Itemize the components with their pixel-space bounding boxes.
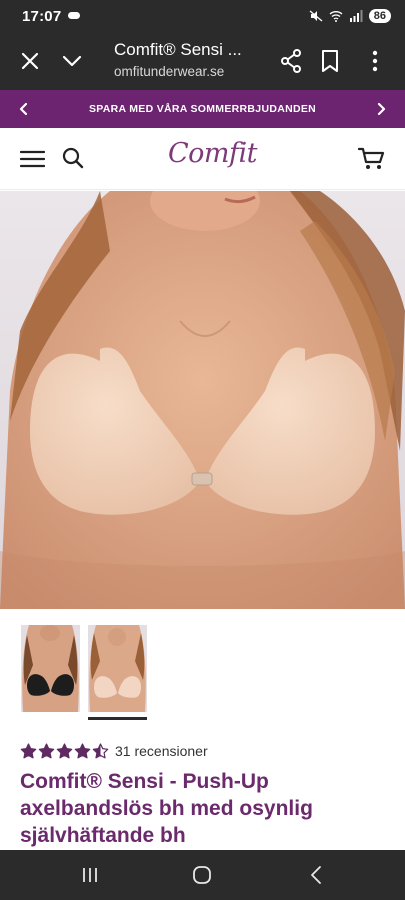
back-icon[interactable] [306,864,326,886]
search-icon[interactable] [62,147,84,169]
site-header: Comfit [0,128,405,190]
product-gallery-thumbnails [0,618,405,724]
share-icon[interactable] [280,49,302,73]
browser-url[interactable]: omfitunderwear.se [114,64,224,79]
status-icons: 86 [309,9,391,23]
battery-icon: 86 [368,9,391,23]
selected-thumbnail-indicator [88,717,147,720]
home-icon[interactable] [192,864,212,886]
wifi-icon [329,11,343,22]
promo-banner: SPARA MED VÅRA SOMMERRBJUDANDEN [0,90,405,128]
thumbnail-photo [88,625,147,712]
hero-photo [0,191,405,609]
star-icon [20,743,37,759]
status-time: 17:07 [22,7,62,25]
signal-icon [349,10,363,22]
review-count[interactable]: 31 recensioner [115,743,208,759]
cloud-icon [68,11,81,19]
mute-icon [309,10,323,22]
browser-page-title: Comfit® Sensi ... [114,40,242,59]
close-icon[interactable] [18,49,42,73]
chevron-right-icon[interactable] [375,102,387,116]
chevron-down-icon[interactable] [60,49,84,73]
site-logo[interactable]: Comfit [162,134,258,180]
star-icon [92,743,109,759]
star-icon [38,743,55,759]
menu-icon[interactable] [20,149,45,169]
status-bar: 17:07 86 [0,0,405,32]
bookmark-icon[interactable] [320,49,340,73]
cart-icon[interactable] [358,146,386,172]
thumbnail-photo [21,625,80,712]
product-hero-image[interactable] [0,191,405,609]
system-navigation-bar [0,850,405,900]
star-icon [56,743,73,759]
logo-text: Comfit [168,138,258,169]
product-title: Comfit® Sensi - Push-Up axelbandslös bh … [20,770,313,847]
chevron-left-icon[interactable] [18,102,30,116]
thumbnail-nude-variant[interactable] [88,625,147,712]
promo-text[interactable]: SPARA MED VÅRA SOMMERRBJUDANDEN [89,103,316,115]
thumbnail-black-variant[interactable] [21,625,80,712]
star-icon [74,743,91,759]
browser-toolbar: Comfit® Sensi ... omfitunderwear.se [0,32,405,90]
rating-stars [20,743,109,759]
more-vert-icon[interactable] [365,49,385,73]
product-rating[interactable]: 31 recensioner [20,742,208,760]
recent-apps-icon[interactable] [80,865,100,885]
